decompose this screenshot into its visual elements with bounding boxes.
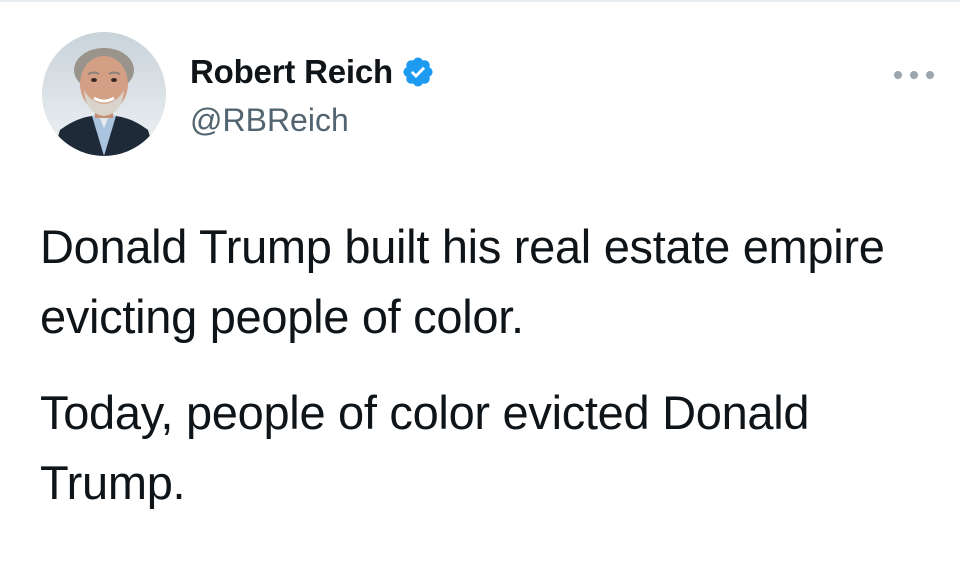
more-dot bbox=[894, 71, 902, 79]
more-dot bbox=[926, 71, 934, 79]
more-dot bbox=[910, 71, 918, 79]
name-row: Robert Reich bbox=[190, 50, 435, 94]
verified-badge-icon bbox=[401, 55, 435, 89]
avatar-photo bbox=[42, 32, 166, 156]
tweet-paragraph-1: Donald Trump built his real estate empir… bbox=[40, 220, 885, 343]
author-info: Robert Reich @RBReich bbox=[190, 50, 435, 140]
more-options-icon[interactable] bbox=[892, 60, 936, 90]
user-handle[interactable]: @RBReich bbox=[190, 100, 435, 140]
tweet: Robert Reich @RBReich Donald Trump built… bbox=[0, 0, 960, 588]
tweet-text: Donald Trump built his real estate empir… bbox=[40, 212, 930, 518]
avatar[interactable] bbox=[42, 32, 166, 156]
display-name[interactable]: Robert Reich bbox=[190, 50, 393, 94]
tweet-paragraph-2: Today, people of color evicted Donald Tr… bbox=[40, 386, 810, 509]
